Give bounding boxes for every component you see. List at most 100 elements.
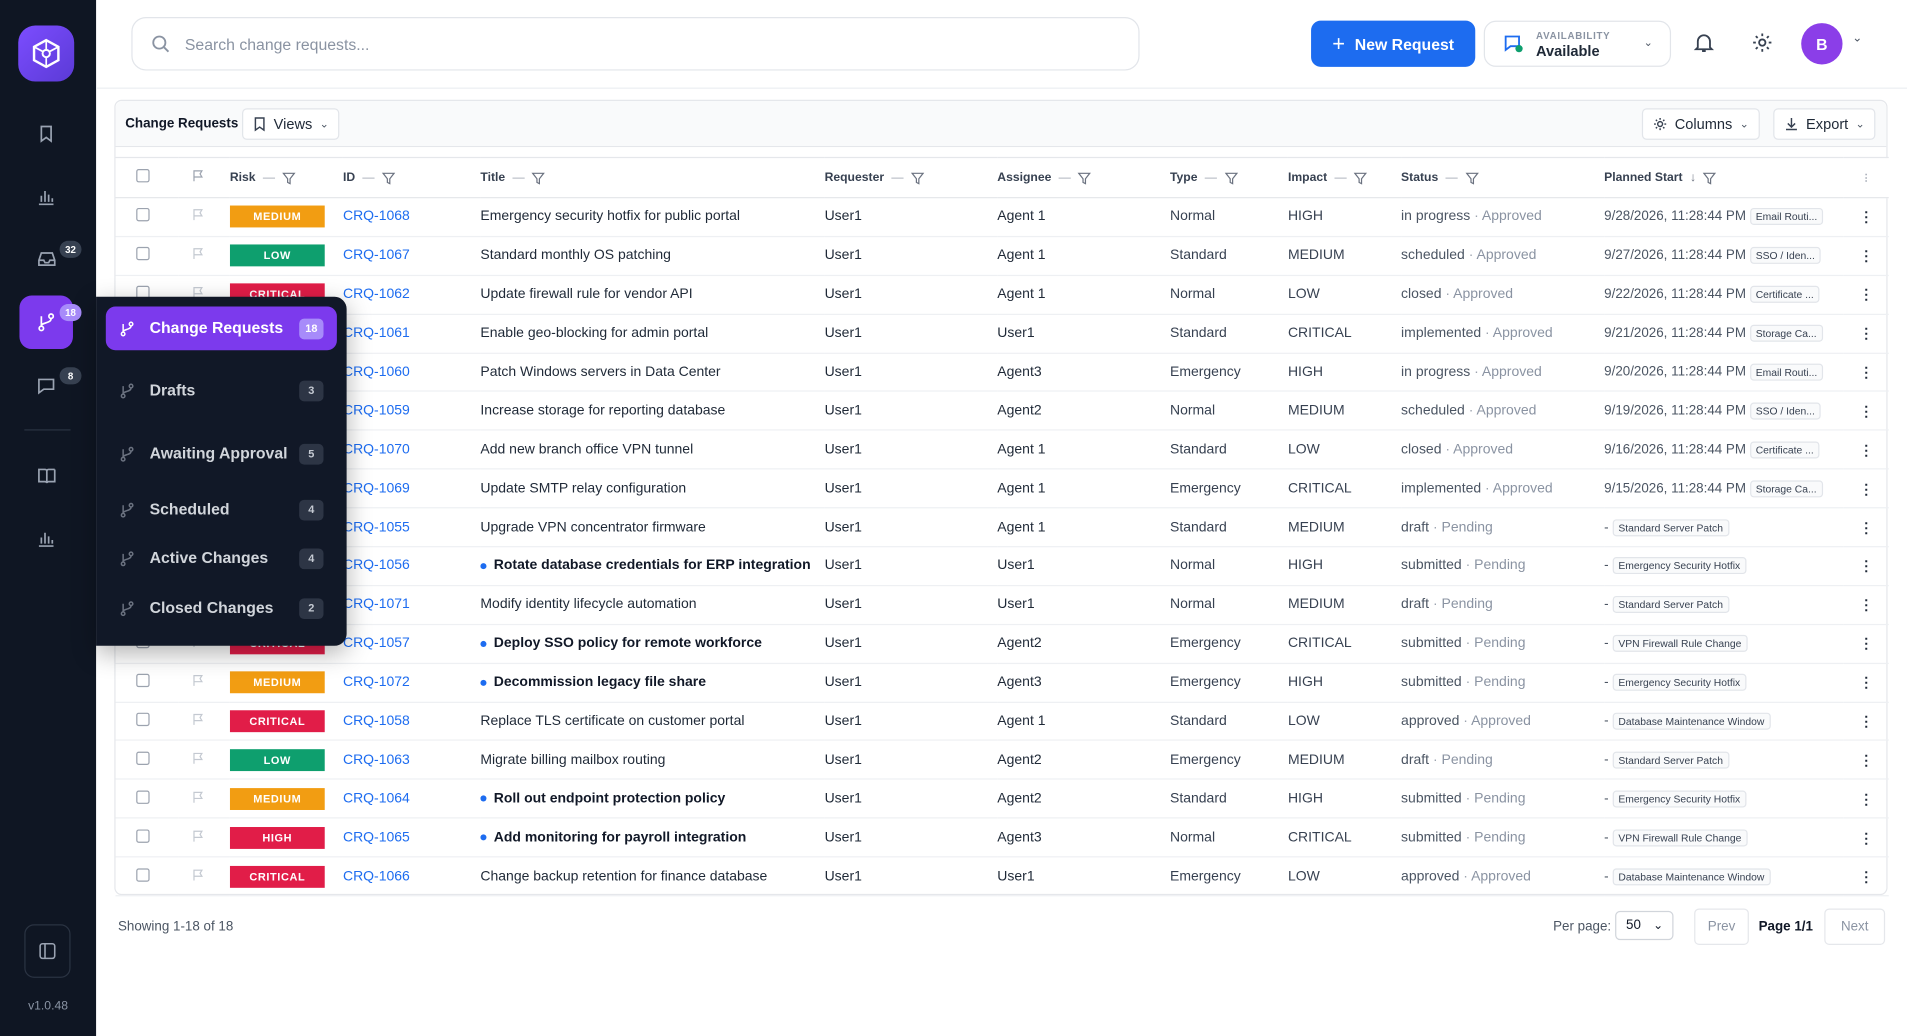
type-header[interactable]: Type — (1169, 156, 1288, 199)
sort-dash-icon[interactable]: — (1334, 171, 1346, 184)
availability-dropdown[interactable]: AVAILABILITY Available ⌄ (1483, 20, 1672, 67)
row-actions-button[interactable]: ⋮ (1843, 546, 1889, 587)
kebab-menu-icon[interactable]: ⋮ (1859, 754, 1873, 769)
request-id-link[interactable]: CRQ-1059 (343, 404, 410, 419)
request-title[interactable]: Deploy SSO policy for remote workforce (494, 636, 762, 651)
row-actions-button[interactable]: ⋮ (1843, 391, 1889, 431)
flag-icon[interactable] (192, 713, 204, 726)
flag-icon[interactable] (192, 751, 204, 764)
title-cell[interactable]: Modify identity lifecycle automation (480, 585, 825, 625)
columns-button[interactable]: Columns ⌄ (1641, 108, 1760, 140)
kebab-menu-icon[interactable]: ⋮ (1859, 482, 1873, 497)
title-cell[interactable]: Migrate billing mailbox routing (480, 740, 825, 781)
title-cell[interactable]: Change backup retention for finance data… (480, 856, 825, 897)
row-actions-button[interactable]: ⋮ (1843, 236, 1889, 276)
request-title[interactable]: Patch Windows servers in Data Center (480, 365, 720, 380)
flyout-item-awaiting-approval[interactable]: Awaiting Approval 5 (106, 423, 337, 484)
risk-header[interactable]: Risk — (229, 156, 343, 199)
title-cell[interactable]: Deploy SSO policy for remote workforce (480, 624, 825, 664)
table-row[interactable]: MEDIUMCRQ-1060Patch Windows servers in D… (115, 352, 1889, 393)
id-cell[interactable]: CRQ-1057 (342, 624, 481, 664)
request-id-link[interactable]: CRQ-1064 (343, 791, 410, 806)
request-id-link[interactable]: CRQ-1066 (343, 869, 410, 884)
id-cell[interactable]: CRQ-1060 (342, 352, 481, 393)
row-checkbox[interactable] (136, 751, 150, 765)
table-row[interactable]: LOW CRQ-1063 Migrate billing mailbox routi… (115, 740, 1889, 781)
row-flag-cell[interactable] (178, 818, 230, 858)
request-id-link[interactable]: CRQ-1072 (343, 675, 410, 690)
flag-icon[interactable] (192, 868, 204, 881)
request-title[interactable]: Increase storage for reporting database (480, 404, 725, 419)
table-row[interactable]: CRITICALCRQ-1070Add new branch office VP… (115, 430, 1889, 470)
kebab-menu-icon[interactable]: ⋮ (1859, 560, 1873, 575)
column-menu-header[interactable]: ⋮ (1843, 156, 1889, 199)
table-row[interactable]: MEDIUM CRQ-1064 Roll out endpoint protecti… (115, 779, 1889, 819)
table-row[interactable]: CRITICAL CRQ-1066 Change backup retention … (115, 856, 1889, 897)
request-title[interactable]: Enable geo-blocking for admin portal (480, 326, 708, 341)
table-row[interactable]: LOWCRQ-1071Modify identity lifecycle aut… (115, 585, 1889, 625)
id-cell[interactable]: CRQ-1071 (342, 585, 481, 625)
row-checkbox[interactable] (136, 829, 150, 843)
flag-icon[interactable] (192, 247, 204, 260)
title-cell[interactable]: Update firewall rule for vendor API (480, 275, 825, 315)
kebab-menu-icon[interactable]: ⋮ (1859, 250, 1873, 265)
title-cell[interactable]: Add monitoring for payroll integration (480, 818, 825, 858)
kebab-menu-icon[interactable]: ⋮ (1859, 793, 1873, 808)
flyout-item-active-changes[interactable]: Active Changes 4 (106, 539, 337, 578)
assignee-header[interactable]: Assignee — (997, 156, 1170, 199)
id-cell[interactable]: CRQ-1062 (342, 275, 481, 315)
row-select-cell[interactable] (115, 856, 179, 897)
row-actions-button[interactable]: ⋮ (1843, 818, 1889, 858)
table-row[interactable]: CRITICAL CRQ-1057 Deploy SSO policy for re… (115, 624, 1889, 664)
id-cell[interactable]: CRQ-1069 (342, 469, 481, 509)
request-id-link[interactable]: CRQ-1060 (343, 365, 410, 380)
flyout-item-scheduled[interactable]: Scheduled 4 (106, 490, 337, 529)
settings-button[interactable] (1750, 29, 1774, 56)
flag-icon[interactable] (192, 829, 204, 842)
sort-dash-icon[interactable]: — (512, 171, 524, 184)
row-actions-button[interactable]: ⋮ (1843, 197, 1889, 238)
views-button[interactable]: Views ⌄ (242, 108, 340, 140)
request-title[interactable]: Emergency security hotfix for public por… (480, 210, 740, 225)
kebab-menu-icon[interactable]: ⋮ (1859, 870, 1873, 885)
id-cell[interactable]: CRQ-1068 (342, 197, 481, 238)
request-id-link[interactable]: CRQ-1069 (343, 481, 410, 496)
row-actions-button[interactable]: ⋮ (1843, 585, 1889, 625)
request-title[interactable]: Add monitoring for payroll integration (494, 830, 747, 845)
sidebar-item-bookmarks[interactable] (19, 107, 73, 161)
title-cell[interactable]: Rotate database credentials for ERP inte… (480, 546, 825, 587)
row-actions-button[interactable]: ⋮ (1843, 352, 1889, 393)
table-row[interactable]: CRITICAL CRQ-1062 Update firewall rule for… (115, 275, 1889, 315)
row-flag-cell[interactable] (178, 740, 230, 781)
kebab-menu-icon[interactable]: ⋮ (1859, 211, 1873, 226)
sort-dash-icon[interactable]: — (1205, 171, 1217, 184)
sidebar-item-dashboard[interactable] (19, 170, 73, 224)
request-title[interactable]: Migrate billing mailbox routing (480, 753, 665, 768)
sort-down-arrow-icon[interactable]: ↓ (1690, 171, 1696, 184)
request-title[interactable]: Replace TLS certificate on customer port… (480, 714, 744, 729)
id-cell[interactable]: CRQ-1064 (342, 779, 481, 819)
row-flag-cell[interactable] (178, 701, 230, 742)
title-cell[interactable]: Decommission legacy file share (480, 663, 825, 703)
row-flag-cell[interactable] (178, 779, 230, 819)
id-cell[interactable]: CRQ-1067 (342, 236, 481, 276)
kebab-menu-icon[interactable]: ⋮ (1859, 715, 1873, 730)
request-id-link[interactable]: CRQ-1057 (343, 636, 410, 651)
title-cell[interactable]: Update SMTP relay configuration (480, 469, 825, 509)
search-box[interactable] (131, 17, 1140, 71)
notifications-button[interactable] (1692, 29, 1716, 56)
table-row[interactable]: LOW CRQ-1067 Standard monthly OS patching U… (115, 236, 1889, 276)
user-avatar[interactable]: B (1801, 23, 1843, 65)
row-checkbox[interactable] (136, 208, 150, 222)
row-actions-button[interactable]: ⋮ (1843, 663, 1889, 703)
row-actions-button[interactable]: ⋮ (1843, 856, 1889, 897)
row-select-cell[interactable] (115, 236, 179, 276)
sort-dash-icon[interactable]: — (263, 171, 275, 184)
request-title[interactable]: Update firewall rule for vendor API (480, 287, 692, 302)
request-title[interactable]: Standard monthly OS patching (480, 249, 670, 264)
request-id-link[interactable]: CRQ-1070 (343, 442, 410, 457)
id-cell[interactable]: CRQ-1061 (342, 313, 481, 354)
row-actions-button[interactable]: ⋮ (1843, 701, 1889, 742)
request-title[interactable]: Decommission legacy file share (494, 675, 706, 690)
id-cell[interactable]: CRQ-1056 (342, 546, 481, 587)
